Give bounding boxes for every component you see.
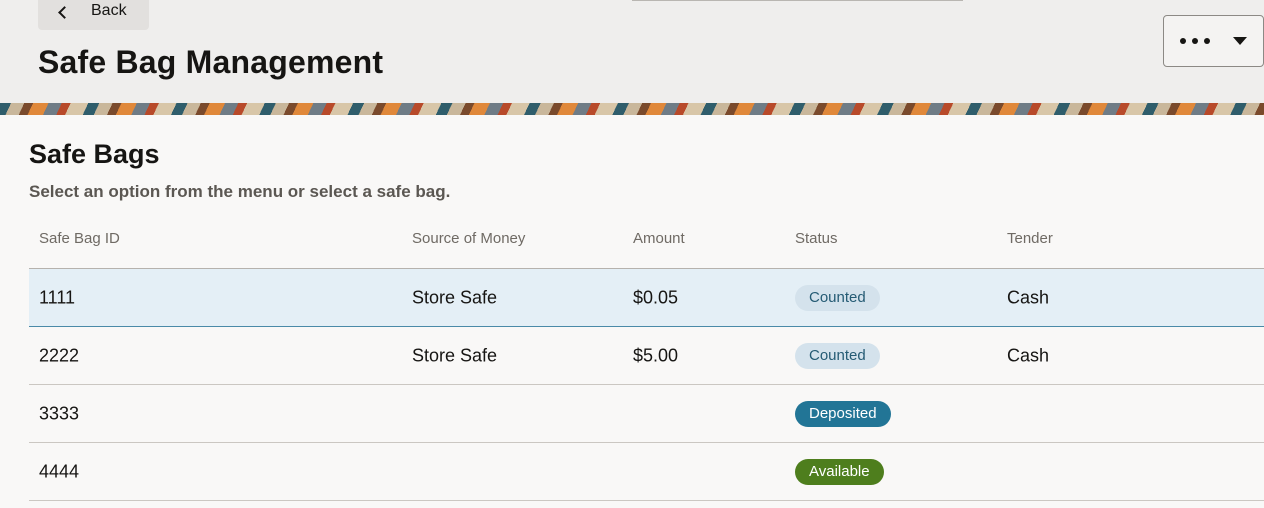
cell-status: Deposited xyxy=(795,400,891,427)
table-row[interactable]: 2222 Store Safe $5.00 Counted Cash xyxy=(29,327,1264,385)
header-divider xyxy=(632,0,963,1)
page-title: Safe Bag Management xyxy=(38,44,384,80)
caret-down-icon xyxy=(1233,37,1247,45)
column-header-status: Status xyxy=(795,230,838,247)
instructions-text: Select an option from the menu or select… xyxy=(29,182,451,201)
more-horizontal-icon xyxy=(1180,38,1210,44)
section-title: Safe Bags xyxy=(29,139,160,169)
status-badge: Counted xyxy=(795,284,880,311)
cell-safe-bag-id: 4444 xyxy=(39,461,80,481)
cell-status: Counted xyxy=(795,342,880,369)
status-badge: Available xyxy=(795,458,884,485)
cell-source-of-money: Store Safe xyxy=(412,287,498,307)
status-badge: Counted xyxy=(795,342,880,369)
cell-safe-bag-id: 2222 xyxy=(39,345,80,365)
cell-safe-bag-id: 3333 xyxy=(39,403,80,423)
table-row[interactable]: 3333 Deposited xyxy=(29,385,1264,443)
cell-tender: Cash xyxy=(1007,345,1050,365)
column-header-source-of-money: Source of Money xyxy=(412,230,526,247)
status-badge: Deposited xyxy=(795,400,891,427)
more-actions-menu-button[interactable] xyxy=(1163,15,1264,67)
safe-bags-table: Safe Bag ID Source of Money Amount Statu… xyxy=(29,215,1264,501)
decorative-banner xyxy=(0,103,1264,115)
page-header: Back Safe Bag Management xyxy=(0,0,1264,103)
cell-status: Counted xyxy=(795,284,880,311)
cell-safe-bag-id: 1111 xyxy=(39,287,76,307)
table-row[interactable]: 1111 Store Safe $0.05 Counted Cash xyxy=(29,269,1264,327)
cell-amount: $5.00 xyxy=(633,345,679,365)
back-button-label: Back xyxy=(91,2,127,19)
column-header-tender: Tender xyxy=(1007,230,1053,247)
cell-amount: $0.05 xyxy=(633,287,679,307)
cell-status: Available xyxy=(795,458,884,485)
column-header-safe-bag-id: Safe Bag ID xyxy=(39,230,120,247)
chevron-left-icon xyxy=(58,5,71,19)
table-header: Safe Bag ID Source of Money Amount Statu… xyxy=(29,215,1264,269)
cell-tender: Cash xyxy=(1007,287,1050,307)
column-header-amount: Amount xyxy=(633,230,685,247)
back-button[interactable]: Back xyxy=(38,0,149,30)
cell-source-of-money: Store Safe xyxy=(412,345,498,365)
table-row[interactable]: 4444 Available xyxy=(29,443,1264,501)
